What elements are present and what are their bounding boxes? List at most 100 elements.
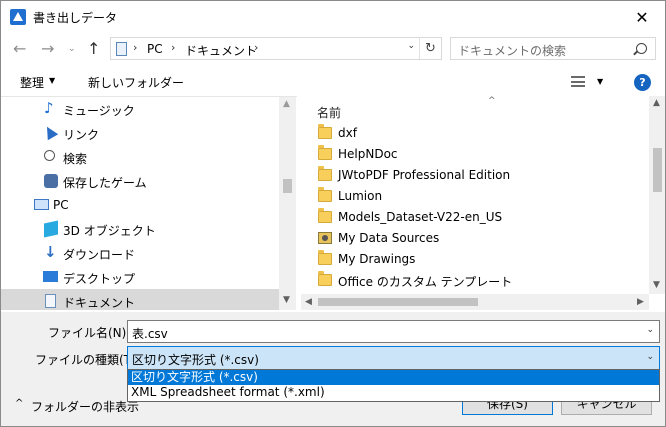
sidebar-item-label: ドキュメント <box>63 296 136 310</box>
filetype-option-csv[interactable]: 区切り文字形式 (*.csv) <box>128 370 659 385</box>
scroll-thumb[interactable] <box>283 179 292 193</box>
scroll-down-icon[interactable]: ▼ <box>653 280 660 290</box>
sidebar-item-desktop[interactable]: デスクトップ <box>1 265 279 289</box>
address-bar[interactable]: › PC › ドキュメント › ⌄ ↻ <box>110 37 442 60</box>
sidebar-item-music[interactable]: ♪ ミュージック <box>1 97 279 121</box>
folder-icon <box>318 145 332 160</box>
folder-icon <box>318 187 332 202</box>
help-button[interactable]: ? <box>634 74 651 91</box>
sidebar-item-label: リンク <box>63 128 100 142</box>
sidebar-item-downloads[interactable]: ↓ ダウンロード <box>1 241 279 265</box>
filetype-option-xml[interactable]: XML Spreadsheet format (*.xml) <box>128 385 659 400</box>
search-input[interactable]: ドキュメントの検索 <box>450 37 656 60</box>
folder-icon <box>318 124 332 139</box>
music-icon: ♪ <box>44 99 54 117</box>
link-icon <box>41 123 59 141</box>
scroll-thumb[interactable] <box>318 298 478 306</box>
folder-icon <box>318 208 332 223</box>
breadcrumb-separator-icon[interactable]: › <box>171 41 175 54</box>
view-options-icon[interactable] <box>571 76 585 87</box>
back-arrow-icon[interactable]: ← <box>13 39 26 58</box>
scroll-up-icon[interactable]: ▲ <box>283 99 290 109</box>
file-name: dxf <box>338 126 357 140</box>
list-item[interactable]: Office のカスタム テンプレート <box>301 270 649 291</box>
breadcrumb-documents[interactable]: ドキュメント <box>185 42 257 59</box>
folder-icon <box>318 271 332 286</box>
scroll-left-icon[interactable]: ◀ <box>305 297 312 307</box>
sidebar-item-label: 検索 <box>63 152 88 166</box>
documents-icon <box>45 294 56 308</box>
sidebar-item-searches[interactable]: 検索 <box>1 145 279 169</box>
scroll-up-icon[interactable]: ▲ <box>653 98 660 108</box>
filename-field[interactable]: 表.csv ⌄ <box>127 320 660 343</box>
chevron-up-icon[interactable]: ^ <box>15 398 23 409</box>
toolbar: 整理 ▼ 新しいフォルダー ▼ ? <box>1 67 665 96</box>
breadcrumb-pc[interactable]: PC <box>147 42 163 56</box>
sidebar-item-label: デスクトップ <box>63 272 136 286</box>
chevron-down-icon[interactable]: ⌄ <box>646 352 654 362</box>
filetype-label: ファイルの種類(T): <box>35 353 140 367</box>
file-name: Office のカスタム テンプレート <box>338 275 513 289</box>
refresh-button[interactable]: ↻ <box>419 38 441 59</box>
scroll-thumb[interactable] <box>653 148 662 192</box>
sidebar-item-links[interactable]: リンク <box>1 121 279 145</box>
scroll-down-icon[interactable]: ▼ <box>283 295 290 305</box>
file-list: ^ 名前 dxf HelpNDoc JWtoPDF Professional E… <box>301 96 665 310</box>
column-header-name[interactable]: 名前 <box>317 104 341 121</box>
sidebar-item-label: 3D オブジェクト <box>63 224 156 238</box>
forward-arrow-icon[interactable]: → <box>41 39 54 58</box>
filetype-value: 区切り文字形式 (*.csv) <box>132 353 259 367</box>
up-folder-icon[interactable]: ↑ <box>87 39 100 58</box>
sidebar-item-documents[interactable]: ドキュメント <box>1 289 279 310</box>
close-icon: ✕ <box>635 7 649 27</box>
save-dialog: 書き出しデータ ✕ ← → ⌄ ↑ › PC › ドキュメント › ⌄ ↻ ドキ… <box>0 0 666 427</box>
data-sources-icon <box>318 232 332 244</box>
organize-button[interactable]: 整理 <box>20 74 44 91</box>
3d-objects-icon <box>44 220 58 238</box>
list-item[interactable]: dxf <box>301 123 649 144</box>
hide-folders-toggle[interactable]: フォルダーの非表示 <box>31 398 139 415</box>
help-icon: ? <box>639 76 646 89</box>
sidebar-item-label: 保存したゲーム <box>63 176 147 190</box>
filename-label: ファイル名(N): <box>48 326 131 340</box>
save-options-area: ファイル名(N): 表.csv ⌄ ファイルの種類(T): 区切り文字形式 (*… <box>1 312 665 426</box>
close-button[interactable]: ✕ <box>619 1 665 33</box>
file-list-horizontal-scrollbar[interactable]: ◀ ▶ <box>301 294 649 310</box>
filetype-select[interactable]: 区切り文字形式 (*.csv) ⌄ <box>127 346 660 370</box>
new-folder-button[interactable]: 新しいフォルダー <box>88 74 184 91</box>
chevron-down-icon[interactable]: ⌄ <box>646 325 654 335</box>
breadcrumb-separator-icon[interactable]: › <box>133 41 137 54</box>
sidebar-item-pc[interactable]: PC <box>1 193 279 217</box>
navigation-pane: ♪ ミュージック リンク 検索 保存したゲーム PC 3D オブジェクト ↓ ダ… <box>1 96 297 310</box>
list-item[interactable]: My Data Sources <box>301 228 649 249</box>
nav-scrollbar[interactable]: ▲ ▼ <box>279 97 296 310</box>
search-placeholder: ドキュメントの検索 <box>458 44 567 58</box>
list-item[interactable]: JWtoPDF Professional Edition <box>301 165 649 186</box>
file-name: My Data Sources <box>338 231 440 245</box>
search-icon[interactable] <box>636 43 647 54</box>
breadcrumb-separator-icon[interactable]: › <box>254 41 258 54</box>
list-item[interactable]: Lumion <box>301 186 649 207</box>
sidebar-item-3d-objects[interactable]: 3D オブジェクト <box>1 217 279 241</box>
sidebar-item-saved-games[interactable]: 保存したゲーム <box>1 169 279 193</box>
list-item[interactable]: My Drawings <box>301 249 649 270</box>
sidebar-item-label: ダウンロード <box>63 248 136 262</box>
title-bar: 書き出しデータ ✕ <box>1 1 665 33</box>
file-list-vertical-scrollbar[interactable]: ▲ ▼ <box>649 96 665 294</box>
scroll-right-icon[interactable]: ▶ <box>637 297 644 307</box>
address-dropdown-icon[interactable]: ⌄ <box>407 41 415 51</box>
chevron-down-icon[interactable]: ▼ <box>597 77 603 86</box>
filetype-dropdown-list: 区切り文字形式 (*.csv) XML Spreadsheet format (… <box>127 369 660 402</box>
recent-locations-icon[interactable]: ⌄ <box>68 44 76 54</box>
filename-value: 表.csv <box>132 327 168 341</box>
list-item[interactable]: HelpNDoc <box>301 144 649 165</box>
refresh-icon: ↻ <box>425 41 436 56</box>
desktop-icon <box>43 271 58 282</box>
saved-games-icon <box>44 174 58 188</box>
chevron-down-icon[interactable]: ▼ <box>49 76 55 85</box>
app-icon <box>10 9 26 25</box>
file-name: My Drawings <box>338 252 416 266</box>
folder-icon <box>318 250 332 265</box>
download-icon: ↓ <box>44 243 57 261</box>
list-item[interactable]: Models_Dataset-V22-en_US <box>301 207 649 228</box>
